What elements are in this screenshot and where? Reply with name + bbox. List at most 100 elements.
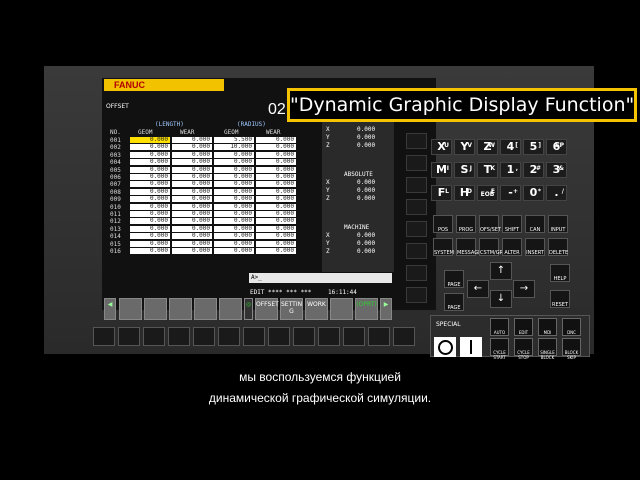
pos-key[interactable]: POS [433,215,453,233]
offset-value-cell[interactable]: 0.000 [130,203,170,210]
cycle-stop-button[interactable]: CYCLE STOP [514,338,533,360]
offset-value-cell[interactable]: 0.000 [256,181,296,188]
cursor-up-icon[interactable]: ↑ [490,262,512,280]
delete-key[interactable]: DELETE [548,238,568,256]
panel-button-12[interactable] [368,327,390,346]
softkey-blank-3[interactable] [169,298,192,320]
blank-key[interactable] [406,199,427,215]
dnc-mode-button[interactable]: DNC [562,318,581,336]
offset-value-cell[interactable]: 0.000 [130,159,170,166]
softkey-offset[interactable]: OFFSET [255,298,279,320]
offset-value-cell[interactable]: 0.000 [172,248,212,254]
offset-value-cell[interactable]: 0.000 [172,225,212,232]
offset-value-cell[interactable]: 0.000 [214,240,254,247]
offset-value-cell[interactable]: 0.000 [214,203,254,210]
custom-graph-key[interactable]: CSTM/GR [479,238,503,256]
offset-value-cell[interactable]: 0.000 [130,218,170,225]
message-key[interactable]: MESSAGE [456,238,481,256]
offset-value-cell[interactable]: 0.000 [256,248,296,254]
cycle-start-button[interactable]: CYCLE START [490,338,509,360]
offset-value-cell[interactable]: 0.000 [256,188,296,195]
address-key[interactable]: ZW [477,139,498,155]
panel-button-5[interactable] [193,327,215,346]
panel-button-9[interactable] [293,327,315,346]
address-key[interactable]: FL [431,185,452,201]
blank-key[interactable] [406,221,427,237]
blank-key[interactable] [406,243,427,259]
offset-value-cell[interactable]: 0.000 [172,240,212,247]
offset-value-cell[interactable]: 0.000 [256,144,296,151]
softkey-next-icon[interactable]: ▶ [380,298,392,320]
offset-value-cell[interactable]: 0.000 [172,188,212,195]
panel-button-1[interactable] [93,327,115,346]
offset-value-cell[interactable]: 0.000 [172,211,212,217]
offset-value-cell[interactable]: 0.000 [172,151,212,158]
offset-value-cell[interactable]: 0.000 [214,233,254,240]
offset-value-cell[interactable]: 5.500 [214,137,254,143]
offset-value-cell[interactable]: 0.000 [172,166,212,173]
blank-key[interactable] [406,287,427,303]
auto-mode-button[interactable]: AUTO [490,318,509,336]
offset-value-cell[interactable]: 0.000 [172,218,212,225]
offset-value-cell[interactable]: 0.000 [130,233,170,240]
cursor-down-icon[interactable]: ↓ [490,290,512,308]
panel-button-8[interactable] [268,327,290,346]
offset-value-cell[interactable]: 0.000 [214,151,254,158]
offset-setting-key[interactable]: OFS/SET [479,215,501,233]
offset-value-cell[interactable]: 0.000 [130,144,170,151]
offset-value-cell[interactable]: 0.000 [130,137,170,143]
softkey-oprt[interactable]: (OPRT) [355,298,378,320]
address-key[interactable]: 6 SP [546,139,567,155]
blank-key[interactable] [406,133,427,149]
offset-value-cell[interactable]: 0.000 [172,174,212,180]
offset-value-cell[interactable]: 0.000 [214,166,254,173]
insert-key[interactable]: INSERT [525,238,545,256]
offset-value-cell[interactable]: 0.000 [214,188,254,195]
address-key[interactable]: XU [431,139,452,155]
offset-value-cell[interactable]: 0.000 [256,240,296,247]
address-key[interactable]: HD [454,185,475,201]
offset-value-cell[interactable]: 0.000 [130,188,170,195]
offset-value-cell[interactable]: 0.000 [214,174,254,180]
block-skip-button[interactable]: BLOCK SKIP [562,338,581,360]
offset-value-cell[interactable]: 0.000 [172,144,212,151]
softkey-blank-6[interactable] [330,298,353,320]
offset-value-cell[interactable]: 0.000 [256,174,296,180]
shift-key[interactable]: SHIFT [502,215,522,233]
key-input-buffer[interactable]: A>_ [249,273,392,283]
page-down-key[interactable]: PAGE [444,293,464,311]
can-key[interactable]: CAN [525,215,545,233]
help-key[interactable]: HELP [550,264,570,282]
alter-key[interactable]: ALTER [502,238,522,256]
offset-value-cell[interactable]: 0.000 [256,166,296,173]
edit-mode-button[interactable]: EDIT [514,318,533,336]
offset-value-cell[interactable]: 0.000 [256,203,296,210]
softkey-work[interactable]: WORK [305,298,328,320]
offset-value-cell[interactable]: 0.000 [130,225,170,232]
offset-value-cell[interactable]: 0.000 [256,196,296,203]
offset-value-cell[interactable]: 0.000 [214,225,254,232]
input-key[interactable]: INPUT [548,215,568,233]
cursor-right-icon[interactable]: → [513,280,535,298]
softkey-setting[interactable]: SETTIN G [280,298,303,320]
address-key[interactable]: - + [500,185,521,201]
offset-value-cell[interactable]: 0.000 [130,240,170,247]
panel-button-6[interactable] [218,327,240,346]
offset-value-cell[interactable]: 0.000 [256,225,296,232]
offset-value-cell[interactable]: 0.000 [256,159,296,166]
address-key[interactable]: 5] [523,139,544,155]
offset-value-cell[interactable]: 0.000 [214,248,254,254]
page-up-key[interactable]: PAGE [444,270,464,288]
offset-value-cell[interactable]: 0.000 [172,203,212,210]
offset-value-cell[interactable]: 10.000 [214,144,254,151]
panel-button-11[interactable] [343,327,365,346]
system-key[interactable]: SYSTEM [433,238,454,256]
bar-button-icon[interactable] [460,337,482,357]
offset-value-cell[interactable]: 0.000 [130,151,170,158]
panel-button-2[interactable] [118,327,140,346]
panel-button-7[interactable] [243,327,265,346]
softkey-return-icon[interactable]: ◎ [244,298,253,320]
offset-value-cell[interactable]: 0.000 [172,181,212,188]
address-key[interactable]: 0 * [523,185,544,201]
cursor-left-icon[interactable]: ← [467,280,489,298]
